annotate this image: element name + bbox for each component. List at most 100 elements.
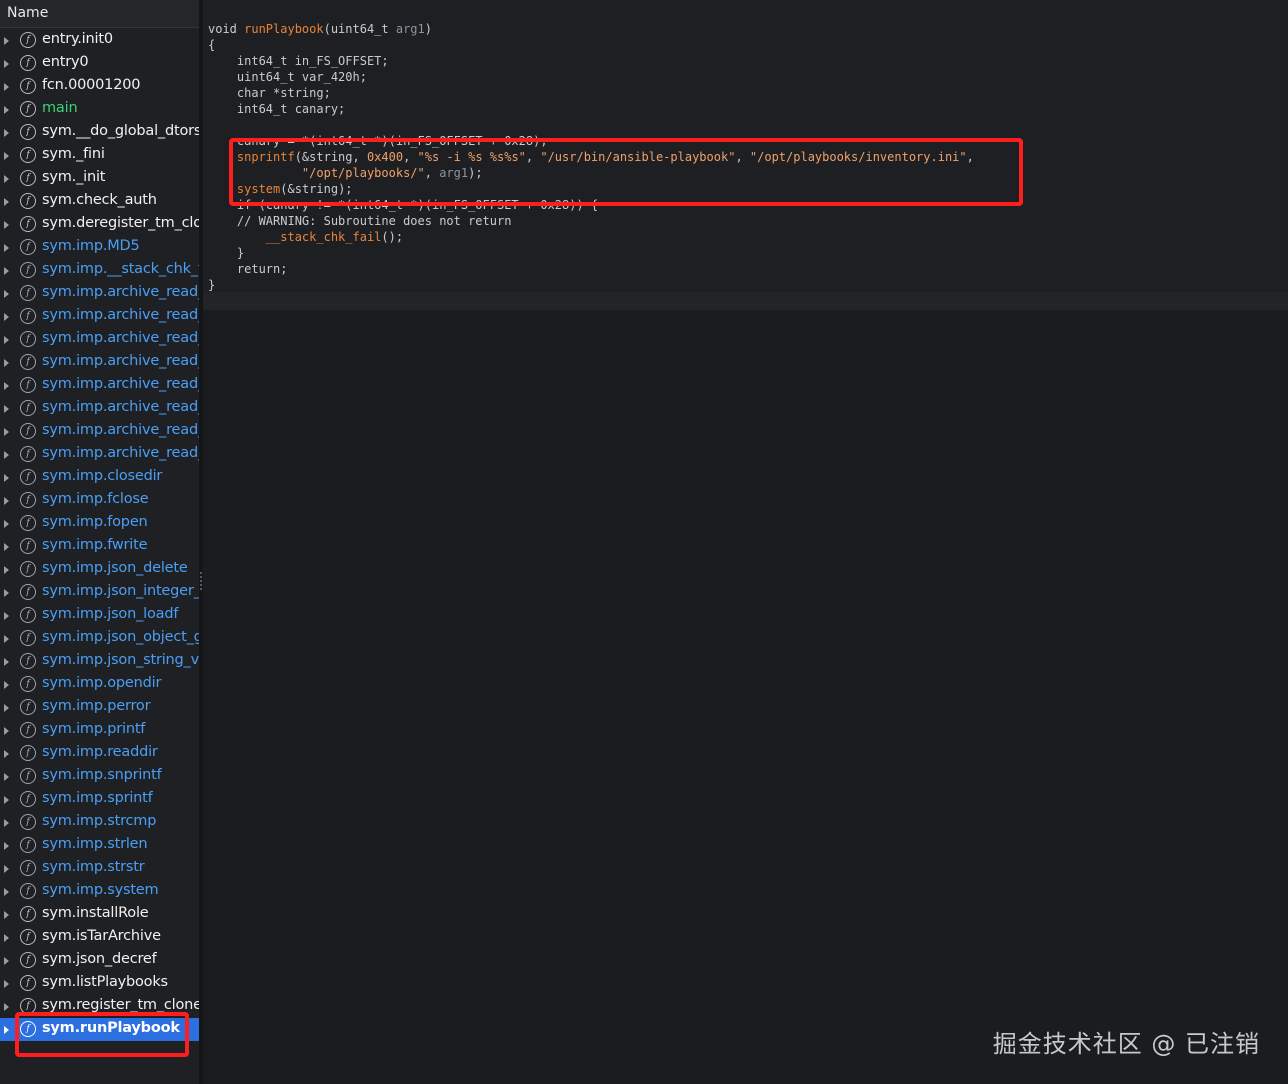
expand-arrow-icon[interactable] (4, 382, 9, 390)
function-item[interactable]: f sym.__do_global_dtors (0, 121, 199, 144)
function-item[interactable]: f entry.init0 (0, 29, 199, 52)
function-item[interactable]: f sym.imp.json_object_g (0, 627, 199, 650)
function-name: sym.imp.closedir (42, 468, 163, 484)
function-item[interactable]: f sym.imp.archive_read_ (0, 351, 199, 374)
function-name: sym.imp.json_integer_v (42, 583, 199, 599)
function-name: sym.imp.fwrite (42, 537, 148, 553)
expand-arrow-icon[interactable] (4, 704, 9, 712)
function-item[interactable]: f sym.json_decref (0, 949, 199, 972)
function-item[interactable]: f sym.imp.archive_read_ (0, 305, 199, 328)
function-name: sym.imp.fopen (42, 514, 148, 530)
expand-arrow-icon[interactable] (4, 520, 9, 528)
expand-arrow-icon[interactable] (4, 612, 9, 620)
function-item[interactable]: f sym.imp.archive_read_ (0, 443, 199, 466)
expand-arrow-icon[interactable] (4, 543, 9, 551)
function-item[interactable]: f sym._init (0, 167, 199, 190)
function-item[interactable]: f sym.imp.closedir (0, 466, 199, 489)
function-item[interactable]: f sym.installRole (0, 903, 199, 926)
expand-arrow-icon[interactable] (4, 819, 9, 827)
function-item[interactable]: f sym.imp.archive_read_ (0, 282, 199, 305)
function-icon: f (20, 883, 36, 899)
function-item[interactable]: f sym.listPlaybooks (0, 972, 199, 995)
function-item[interactable]: f sym.imp.archive_read_ (0, 420, 199, 443)
function-icon: f (20, 699, 36, 715)
expand-arrow-icon[interactable] (4, 566, 9, 574)
code-token: ) (424, 22, 432, 36)
function-item[interactable]: f sym.imp.json_loadf (0, 604, 199, 627)
function-name: sym.imp.json_loadf (42, 606, 179, 622)
expand-arrow-icon[interactable] (4, 681, 9, 689)
function-item[interactable]: f sym.imp.strcmp (0, 811, 199, 834)
expand-arrow-icon[interactable] (4, 37, 9, 45)
expand-arrow-icon[interactable] (4, 888, 9, 896)
expand-arrow-icon[interactable] (4, 129, 9, 137)
expand-arrow-icon[interactable] (4, 635, 9, 643)
expand-arrow-icon[interactable] (4, 244, 9, 252)
function-item[interactable]: f sym.isTarArchive (0, 926, 199, 949)
function-item[interactable]: f entry0 (0, 52, 199, 75)
expand-arrow-icon[interactable] (4, 1003, 9, 1011)
expand-arrow-icon[interactable] (4, 842, 9, 850)
function-item[interactable]: f sym.imp.readdir (0, 742, 199, 765)
expand-arrow-icon[interactable] (4, 428, 9, 436)
expand-arrow-icon[interactable] (4, 451, 9, 459)
function-icon: f (20, 101, 36, 117)
column-header-name[interactable]: Name (0, 0, 199, 28)
expand-arrow-icon[interactable] (4, 727, 9, 735)
function-item[interactable]: f sym.imp.archive_read_ (0, 374, 199, 397)
expand-arrow-icon[interactable] (4, 911, 9, 919)
expand-arrow-icon[interactable] (4, 152, 9, 160)
function-item[interactable]: f sym.check_auth (0, 190, 199, 213)
function-item[interactable]: f sym.imp.archive_read_ (0, 397, 199, 420)
expand-arrow-icon[interactable] (4, 290, 9, 298)
expand-arrow-icon[interactable] (4, 773, 9, 781)
function-item[interactable]: f sym.imp.printf (0, 719, 199, 742)
function-item[interactable]: f sym.imp.perror (0, 696, 199, 719)
expand-arrow-icon[interactable] (4, 497, 9, 505)
function-item[interactable]: f sym.imp.archive_read_ (0, 328, 199, 351)
function-icon: f (20, 469, 36, 485)
expand-arrow-icon[interactable] (4, 474, 9, 482)
expand-arrow-icon[interactable] (4, 175, 9, 183)
expand-arrow-icon[interactable] (4, 796, 9, 804)
function-item[interactable]: f sym.imp.sprintf (0, 788, 199, 811)
function-item[interactable]: f sym._fini (0, 144, 199, 167)
function-item[interactable]: f sym.imp.MD5 (0, 236, 199, 259)
expand-arrow-icon[interactable] (4, 865, 9, 873)
function-item[interactable]: f sym.imp.opendir (0, 673, 199, 696)
function-name: fcn.00001200 (42, 77, 141, 93)
function-item[interactable]: f sym.deregister_tm_clon (0, 213, 199, 236)
expand-arrow-icon[interactable] (4, 106, 9, 114)
expand-arrow-icon[interactable] (4, 589, 9, 597)
function-item[interactable]: f sym.imp.json_string_va (0, 650, 199, 673)
expand-arrow-icon[interactable] (4, 658, 9, 666)
expand-arrow-icon[interactable] (4, 83, 9, 91)
expand-arrow-icon[interactable] (4, 60, 9, 68)
expand-arrow-icon[interactable] (4, 980, 9, 988)
expand-arrow-icon[interactable] (4, 957, 9, 965)
function-item[interactable]: f main (0, 98, 199, 121)
expand-arrow-icon[interactable] (4, 934, 9, 942)
expand-arrow-icon[interactable] (4, 267, 9, 275)
expand-arrow-icon[interactable] (4, 1026, 9, 1034)
function-item[interactable]: f sym.imp.json_delete (0, 558, 199, 581)
function-icon: f (20, 492, 36, 508)
function-item[interactable]: f sym.imp.system (0, 880, 199, 903)
function-item[interactable]: f sym.imp.fclose (0, 489, 199, 512)
expand-arrow-icon[interactable] (4, 336, 9, 344)
function-item[interactable]: f sym.imp.json_integer_v (0, 581, 199, 604)
function-item[interactable]: f fcn.00001200 (0, 75, 199, 98)
expand-arrow-icon[interactable] (4, 313, 9, 321)
expand-arrow-icon[interactable] (4, 359, 9, 367)
function-item[interactable]: f sym.imp.strlen (0, 834, 199, 857)
function-item[interactable]: f sym.imp.__stack_chk_fa (0, 259, 199, 282)
function-item[interactable]: f sym.imp.fopen (0, 512, 199, 535)
expand-arrow-icon[interactable] (4, 405, 9, 413)
expand-arrow-icon[interactable] (4, 221, 9, 229)
expand-arrow-icon[interactable] (4, 198, 9, 206)
function-item[interactable]: f sym.imp.strstr (0, 857, 199, 880)
function-item[interactable]: f sym.imp.fwrite (0, 535, 199, 558)
expand-arrow-icon[interactable] (4, 750, 9, 758)
function-item[interactable]: f sym.imp.snprintf (0, 765, 199, 788)
